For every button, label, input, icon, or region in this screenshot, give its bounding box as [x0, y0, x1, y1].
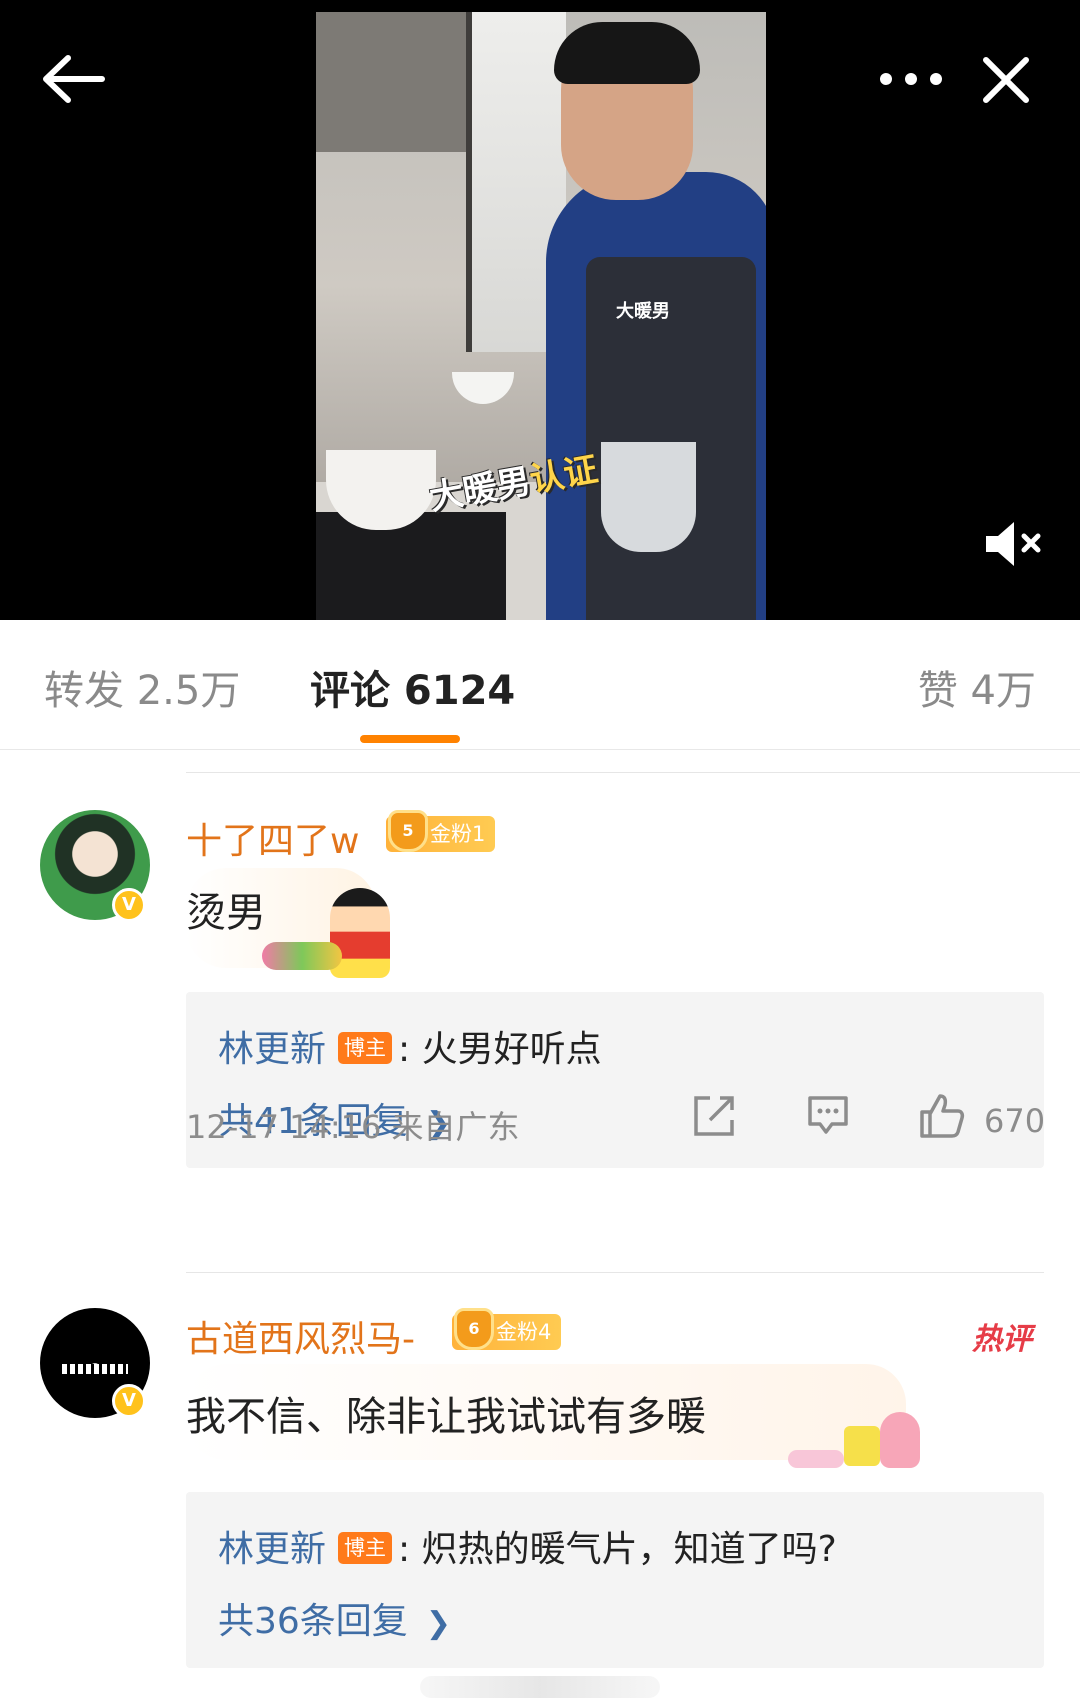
divider: [186, 1272, 1044, 1273]
comment-username[interactable]: 古道西风烈马-: [186, 1310, 415, 1362]
close-icon[interactable]: [980, 54, 1032, 106]
scroll-fade: [420, 1676, 660, 1698]
reply-text: : 炽热的暖气片，知道了吗?: [398, 1529, 837, 1570]
avatar-teeth: [62, 1364, 128, 1374]
tab-comment[interactable]: 评论 6124: [310, 658, 515, 716]
kitchen-cabinet: [316, 12, 466, 152]
flower-sticker: [788, 1450, 844, 1468]
fan-badge-label: 金粉4: [496, 1320, 552, 1344]
video-player[interactable]: 大暖男 大暖男认证: [0, 0, 1080, 620]
comment-item: V 古道西风烈马- 6 金粉4 热评 我不信、除非让我试试有多暖 林更新 博主: …: [0, 1300, 1080, 1704]
tab-bar: 转发 2.5万 评论 6124 赞 4万: [0, 620, 1080, 750]
video-frame[interactable]: 大暖男 大暖男认证: [316, 12, 766, 620]
comment-timestamp: 12-17 14:16 来自广东: [186, 1108, 520, 1146]
reply-preview: 林更新 博主: 炽热的暖气片，知道了吗?: [218, 1520, 837, 1572]
fan-badge[interactable]: 5 金粉1: [386, 810, 496, 852]
reply-count-text: 共36条回复: [218, 1601, 408, 1642]
apron: [586, 257, 756, 620]
host-badge: 博主: [338, 1532, 393, 1564]
comment-item: V 十了四了w 5 金粉1 烫男 林更新 博主: 火男好听点 共41条回复 ❯ 12…: [0, 802, 1080, 1272]
mute-icon[interactable]: [982, 518, 1046, 570]
snacks-sticker: [262, 942, 342, 970]
verified-v-icon: V: [112, 888, 146, 922]
host-badge: 博主: [338, 1032, 393, 1064]
comment-text: 烫男: [186, 890, 266, 936]
comment-text: 我不信、除非让我试试有多暖: [186, 1394, 706, 1440]
reply-author[interactable]: 林更新: [218, 1529, 326, 1570]
back-arrow-icon[interactable]: [40, 52, 110, 106]
stove: [316, 512, 506, 620]
fan-badge[interactable]: 6 金粉4: [452, 1308, 562, 1350]
bowl: [452, 372, 514, 404]
reply-author[interactable]: 林更新: [218, 1029, 326, 1070]
apron-pocket: [601, 442, 696, 552]
divider: [186, 772, 1080, 773]
tab-repost[interactable]: 转发 2.5万: [44, 658, 240, 716]
share-icon[interactable]: [690, 1092, 738, 1140]
verified-v-icon: V: [112, 1384, 146, 1418]
thumbs-up-icon[interactable]: [918, 1092, 966, 1140]
reply-preview-box[interactable]: 林更新 博主: 炽热的暖气片，知道了吗? 共36条回复 ❯: [186, 1492, 1044, 1668]
sponge-sticker: [844, 1426, 880, 1466]
comment-username[interactable]: 十了四了w: [186, 812, 359, 864]
apron-text: 大暖男: [616, 301, 670, 322]
view-replies-link[interactable]: 共36条回复 ❯: [218, 1592, 451, 1644]
like-count: 670: [984, 1102, 1046, 1140]
person-hair: [554, 22, 700, 84]
reply-text: : 火男好听点: [398, 1029, 602, 1070]
more-dots-icon[interactable]: [876, 62, 946, 96]
crown-icon: 5: [388, 810, 428, 852]
chevron-right-icon: ❯: [425, 1606, 451, 1641]
tab-like[interactable]: 赞 4万: [918, 658, 1036, 716]
hot-comment-badge: 热评: [972, 1322, 1032, 1357]
crown-icon: 6: [454, 1308, 494, 1350]
starfish-sticker: [880, 1412, 920, 1468]
reply-preview: 林更新 博主: 火男好听点: [218, 1020, 602, 1072]
comment-reply-icon[interactable]: [806, 1092, 850, 1136]
tab-active-indicator: [360, 735, 460, 743]
fan-badge-label: 金粉1: [430, 822, 486, 846]
